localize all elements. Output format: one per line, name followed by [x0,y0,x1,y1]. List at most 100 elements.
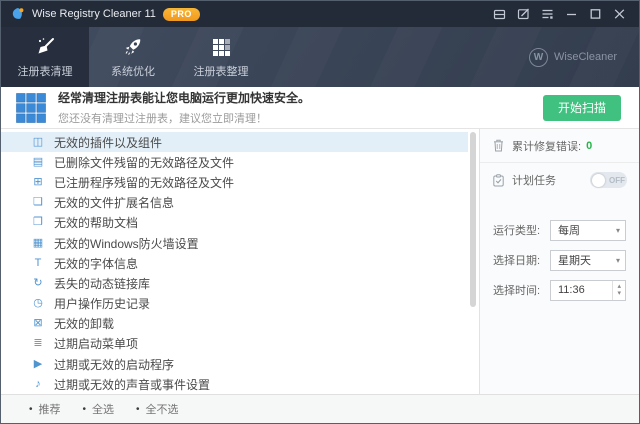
category-icon: ⊠ [30,318,46,329]
category-icon: ▶ [30,359,46,370]
toolbar: 注册表清理 系统优化 注册表整理 W WiseCleaner [1,27,639,87]
scheduled-task-row: 计划任务 OFF [480,163,639,197]
category-label: 过期或无效的声音或事件设置 [54,376,210,393]
select-time-spinner[interactable]: 11:36 ▴ ▾ [550,280,626,301]
list-item[interactable]: ⊞ 已注册程序残留的无效路径及文件 [1,172,468,192]
broom-icon [34,36,56,58]
bullet-icon: • [136,404,140,415]
run-type-select[interactable]: 每周 ▾ [550,220,626,241]
wisecleaner-logo-text: WiseCleaner [554,51,617,63]
bullet-icon: • [83,404,87,415]
run-type-row: 运行类型: 每周 ▾ [480,219,639,241]
category-label: 用户操作历史记录 [54,295,150,312]
category-icon: ❒ [30,217,46,228]
app-logo-icon [11,7,25,21]
category-icon: ≣ [30,338,46,349]
tab-label: 注册表清理 [18,63,73,79]
banner: 经常清理注册表能让您电脑运行更加快速安全。 您还没有清理过注册表，建议您立即清理… [1,87,639,129]
brand-logo: W WiseCleaner [529,27,639,87]
select-day-row: 选择日期: 星期天 ▾ [480,249,639,271]
list-item[interactable]: ◫ 无效的插件以及组件 [1,132,468,152]
spinner-up-icon[interactable]: ▴ [613,283,625,290]
fixed-errors-label: 累计修复错误: [512,138,581,154]
category-label: 无效的帮助文档 [54,214,138,231]
list-item[interactable]: ▤ 已删除文件残留的无效路径及文件 [1,152,468,172]
category-label: 无效的字体信息 [54,255,138,272]
list-item[interactable]: ♪ 过期或无效的声音或事件设置 [1,374,468,394]
spinner-down-icon[interactable]: ▾ [613,290,625,297]
select-day-select[interactable]: 星期天 ▾ [550,250,626,271]
menu-button[interactable] [535,4,559,24]
list-item[interactable]: T 无效的字体信息 [1,253,468,273]
main-area: ◫ 无效的插件以及组件 ▤ 已删除文件残留的无效路径及文件 ⊞ 已注册程序残留的… [1,129,639,394]
category-label: 过期启动菜单项 [54,335,138,352]
banner-subline: 您还没有清理过注册表，建议您立即清理！ [58,110,310,126]
select-time-label: 选择时间: [493,282,540,298]
schedule-settings: 运行类型: 每周 ▾ 选择日期: 星期天 ▾ 选择时间: [480,219,639,309]
rocket-icon [122,36,144,58]
list-item[interactable]: ◷ 用户操作历史记录 [1,294,468,314]
select-all-label: 全选 [92,401,114,417]
list-item[interactable]: ❏ 无效的文件扩展名信息 [1,193,468,213]
category-label: 丢失的动态链接库 [54,275,150,292]
bullet-icon: • [29,404,33,415]
category-label: 无效的Windows防火墙设置 [54,235,199,252]
banner-text: 经常清理注册表能让您电脑运行更加快速安全。 您还没有清理过注册表，建议您立即清理… [58,89,310,126]
minimize-button[interactable] [559,4,583,24]
recommended-link[interactable]: • 推荐 [29,401,61,417]
edit-icon [517,8,530,20]
select-none-label: 全不选 [146,401,179,417]
select-day-value: 星期天 [558,252,611,268]
list-item[interactable]: ↻ 丢失的动态链接库 [1,273,468,293]
category-icon: ♪ [30,379,46,390]
toggle-state-label: OFF [609,176,625,185]
list-item[interactable]: ❒ 无效的帮助文档 [1,213,468,233]
select-all-link[interactable]: • 全选 [83,401,115,417]
maximize-icon [590,9,601,19]
tab-registry-defrag[interactable]: 注册表整理 [177,27,265,87]
close-icon [614,9,625,19]
category-icon: ◫ [30,137,46,148]
tab-system-tuneup[interactable]: 系统优化 [89,27,177,87]
category-icon: ▤ [30,157,46,168]
list-item[interactable]: ≣ 过期启动菜单项 [1,334,468,354]
category-icon: ⊞ [30,177,46,188]
fixed-errors-value: 0 [586,140,592,152]
schedule-toggle[interactable]: OFF [590,172,627,188]
list-item[interactable]: ⊠ 无效的卸载 [1,314,468,334]
side-panel: 累计修复错误: 0 计划任务 OFF 运行类型: [479,129,639,394]
gift-button[interactable] [487,4,511,24]
select-none-link[interactable]: • 全不选 [136,401,179,417]
chevron-down-icon: ▾ [611,226,625,235]
spinner-buttons: ▴ ▾ [612,281,625,300]
minimize-icon [566,9,577,19]
category-label: 无效的文件扩展名信息 [54,194,174,211]
category-icon: ↻ [30,278,46,289]
tab-label: 系统优化 [111,63,155,79]
trash-icon [492,139,505,152]
app-window: Wise Registry Cleaner 11 PRO [0,0,640,424]
scan-category-list: ◫ 无效的插件以及组件 ▤ 已删除文件残留的无效路径及文件 ⊞ 已注册程序残留的… [1,129,479,394]
register-button[interactable] [511,4,535,24]
select-time-row: 选择时间: 11:36 ▴ ▾ [480,279,639,301]
tab-registry-cleaner[interactable]: 注册表清理 [1,27,89,87]
scrollbar-thumb[interactable] [470,132,476,307]
toggle-knob-icon [592,174,605,187]
maximize-button[interactable] [583,4,607,24]
run-type-label: 运行类型: [493,222,540,238]
clipboard-icon [492,174,505,187]
titlebar: Wise Registry Cleaner 11 PRO [1,1,639,27]
tab-label: 注册表整理 [194,63,249,79]
category-icon: T [30,258,46,269]
scheduled-task-label: 计划任务 [512,172,556,188]
menu-icon [541,8,554,20]
fixed-errors-row: 累计修复错误: 0 [480,129,639,163]
category-icon: ◷ [30,298,46,309]
grid-icon [210,36,232,58]
category-label: 已注册程序残留的无效路径及文件 [54,174,234,191]
list-item[interactable]: ▶ 过期或无效的启动程序 [1,354,468,374]
start-scan-button[interactable]: 开始扫描 [543,95,621,121]
list-item[interactable]: ▦ 无效的Windows防火墙设置 [1,233,468,253]
close-button[interactable] [607,4,631,24]
category-icon: ▦ [30,238,46,249]
